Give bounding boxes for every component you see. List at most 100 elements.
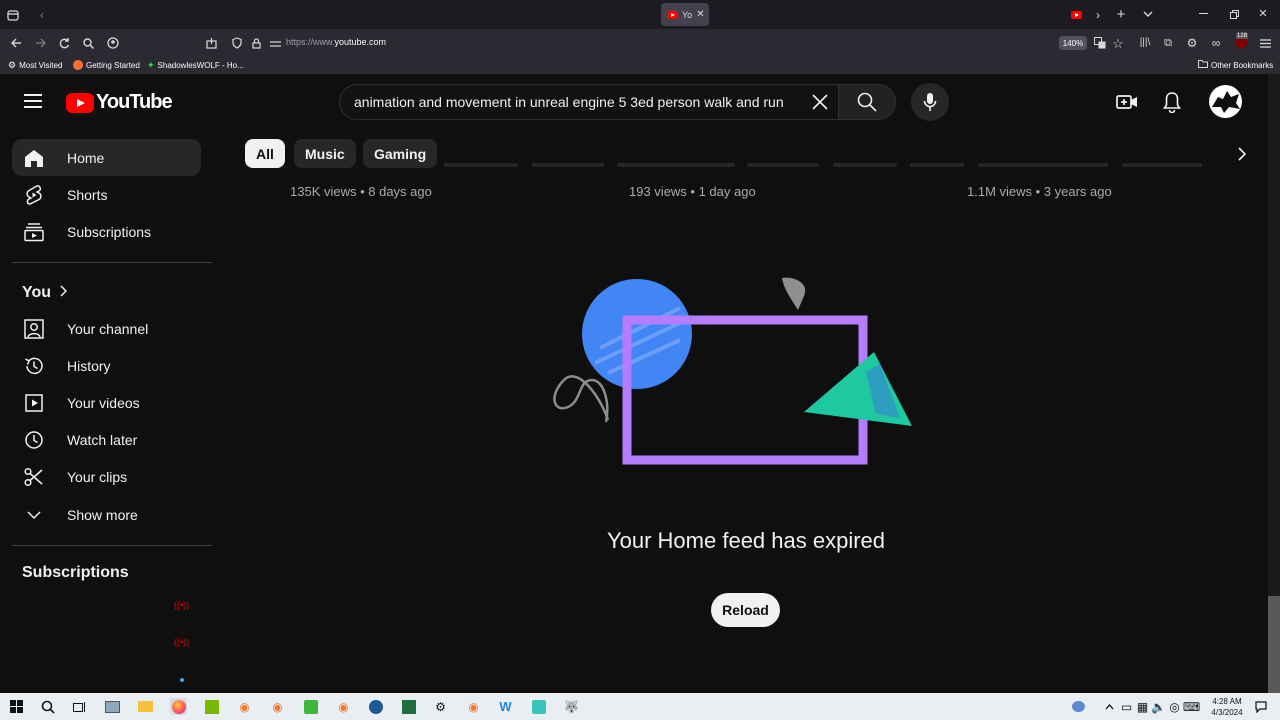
- extensions-icon[interactable]: ⧉: [1161, 36, 1175, 50]
- permissions-icon[interactable]: [268, 36, 282, 50]
- hidden-chip-edge: [747, 163, 819, 167]
- ublock-icon[interactable]: 128: [1233, 33, 1249, 51]
- windows-start-icon[interactable]: [8, 698, 25, 715]
- sidebar-item-shorts[interactable]: Shorts: [12, 176, 201, 213]
- scroll-tabs-right-icon[interactable]: ›: [1092, 8, 1104, 22]
- steam-icon[interactable]: [367, 698, 384, 715]
- translate-icon[interactable]: [1093, 36, 1107, 50]
- tracking-protection-shield-icon[interactable]: [230, 36, 244, 50]
- close-tab-icon[interactable]: ✕: [696, 9, 704, 20]
- sidebar-item-your-videos[interactable]: Your videos: [12, 384, 201, 421]
- glasses-icon[interactable]: ∞: [1208, 36, 1224, 50]
- you-section-heading[interactable]: You: [22, 284, 68, 302]
- you-heading-label: You: [22, 284, 52, 301]
- folder-icon: [1198, 60, 1208, 70]
- reload-icon[interactable]: [57, 36, 71, 50]
- blender-icon[interactable]: ◉: [236, 698, 253, 715]
- guide-menu-icon[interactable]: [24, 94, 42, 108]
- show-hidden-icons-icon[interactable]: [1101, 698, 1118, 715]
- addon-badge-count: 128: [1236, 33, 1249, 39]
- shorts-icon: [23, 184, 45, 206]
- firefox-taskbar-icon[interactable]: [170, 698, 187, 715]
- bookmark-star-icon[interactable]: ☆: [1111, 36, 1125, 50]
- bookmark-other[interactable]: Other Bookmarks: [1198, 60, 1273, 70]
- tab-youtube[interactable]: Yo ✕: [661, 3, 709, 26]
- voice-search-button[interactable]: [911, 83, 949, 121]
- sidebar-item-watch-later[interactable]: Watch later: [12, 421, 201, 458]
- zoom-level-badge[interactable]: 140%: [1059, 36, 1087, 50]
- search-button[interactable]: [838, 84, 896, 120]
- video-metadata: 135K views • 8 days ago: [290, 184, 432, 199]
- bookmark-getting-started[interactable]: Getting Started: [73, 60, 140, 70]
- taskbar-search-icon[interactable]: [39, 698, 56, 715]
- tab-overview-icon[interactable]: [6, 8, 20, 22]
- forward-icon[interactable]: [33, 36, 47, 50]
- keyboard-icon[interactable]: ⌨: [1183, 698, 1200, 715]
- w-app-icon[interactable]: W: [497, 698, 514, 715]
- bookmark-label: Other Bookmarks: [1211, 60, 1274, 70]
- blender-icon[interactable]: ◉: [335, 698, 352, 715]
- task-view-icon[interactable]: [71, 698, 88, 715]
- settings-gear-icon[interactable]: ⚙: [1185, 36, 1199, 50]
- sidebar-item-home[interactable]: Home: [12, 139, 201, 176]
- hidden-chip-edge: [833, 163, 897, 167]
- new-content-dot: [180, 678, 184, 682]
- photos-app-icon[interactable]: [104, 698, 121, 715]
- bookmark-shadowleswolf[interactable]: ✦ ShadowlesWOLF - Ho...: [147, 60, 244, 71]
- sidebar-item-history[interactable]: History: [12, 347, 201, 384]
- anime-app-icon[interactable]: [530, 698, 547, 715]
- browser-tab-bar: ‹ Yo ✕ › + ✕: [0, 0, 1280, 29]
- user-notification-icon[interactable]: [1070, 698, 1087, 715]
- chip-music[interactable]: Music: [294, 139, 356, 168]
- youtube-logo[interactable]: YouTube: [66, 91, 173, 114]
- pinned-youtube-icon[interactable]: [1071, 11, 1082, 19]
- taskbar-clock[interactable]: 4:28 AM 4/3/2024: [1203, 696, 1251, 718]
- minimize-window-icon[interactable]: [1196, 7, 1210, 21]
- url-bar[interactable]: https://www.youtube.com: [286, 37, 386, 47]
- blender-icon[interactable]: ◉: [465, 698, 482, 715]
- lock-icon[interactable]: [249, 36, 263, 50]
- chip-gaming[interactable]: Gaming: [363, 139, 438, 168]
- volume-icon[interactable]: 🔈: [1150, 698, 1167, 715]
- avatar[interactable]: [1209, 85, 1242, 118]
- new-tab-icon[interactable]: +: [1114, 7, 1128, 22]
- blender-icon[interactable]: ◉: [269, 698, 286, 715]
- youtube-header: YouTube animation and movement in unreal…: [0, 74, 1280, 130]
- clear-search-icon[interactable]: [810, 92, 830, 112]
- bookmarks-bar: ⚙ Most Visited Getting Started ✦ Shadowl…: [0, 57, 1280, 74]
- nvidia-icon[interactable]: [203, 698, 220, 715]
- scrollbar-thumb[interactable]: [1268, 596, 1280, 693]
- wolf-app-icon[interactable]: 🐺: [563, 698, 580, 715]
- camtasia-icon[interactable]: [302, 698, 319, 715]
- excel-icon[interactable]: [400, 698, 417, 715]
- scroll-tabs-left-icon[interactable]: ‹: [36, 8, 48, 22]
- search-input[interactable]: animation and movement in unreal engine …: [339, 84, 839, 120]
- file-explorer-icon[interactable]: [137, 698, 154, 715]
- restore-window-icon[interactable]: [1227, 7, 1241, 21]
- account-icon[interactable]: [106, 36, 120, 50]
- chip-scroll-right-icon[interactable]: [1230, 143, 1254, 165]
- network-icon[interactable]: ▦: [1134, 698, 1151, 715]
- sidebar-item-your-clips[interactable]: Your clips: [12, 458, 201, 495]
- back-icon[interactable]: [9, 36, 23, 50]
- settings-gear-icon[interactable]: ⚙: [432, 698, 449, 715]
- list-all-tabs-icon[interactable]: [1141, 7, 1155, 21]
- sidebar-item-show-more[interactable]: Show more: [12, 496, 201, 533]
- notifications-bell-icon[interactable]: [1160, 90, 1184, 114]
- chip-all[interactable]: All: [245, 139, 285, 168]
- sidebar-item-subscriptions[interactable]: Subscriptions: [12, 213, 201, 250]
- firefox-icon: [73, 60, 83, 70]
- library-icon[interactable]: |||\: [1138, 36, 1152, 50]
- hidden-chip-edge: [910, 163, 964, 167]
- reload-button[interactable]: Reload: [711, 593, 780, 627]
- app-menu-icon[interactable]: [1258, 36, 1272, 50]
- search-icon[interactable]: [81, 36, 95, 50]
- notification-center-icon[interactable]: [1252, 698, 1269, 715]
- save-to-pocket-icon[interactable]: [204, 36, 218, 50]
- microphone-icon: [923, 93, 937, 111]
- bookmark-most-visited[interactable]: ⚙ Most Visited: [8, 60, 63, 71]
- create-video-icon[interactable]: [1115, 90, 1139, 114]
- wifi-icon[interactable]: ◎: [1166, 698, 1183, 715]
- close-window-icon[interactable]: ✕: [1256, 7, 1270, 21]
- sidebar-item-your-channel[interactable]: Your channel: [12, 310, 201, 347]
